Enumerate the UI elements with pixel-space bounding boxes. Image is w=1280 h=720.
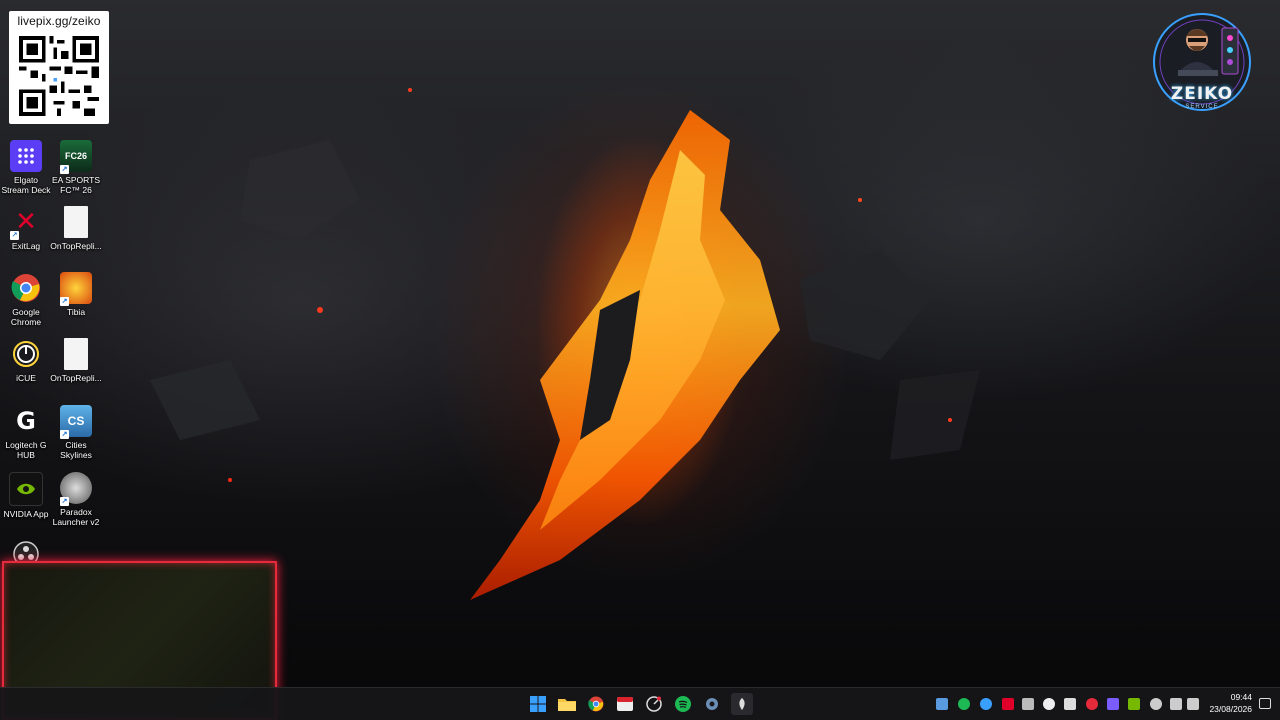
- shortcut-arrow-icon: ↗: [60, 165, 69, 174]
- desktop-icon-label: Google Chrome: [10, 307, 42, 327]
- brand-tagline: SERVICE: [1185, 104, 1219, 110]
- tray-shield-icon[interactable]: [1064, 698, 1076, 710]
- desktop-icon-label: Elgato Stream Deck: [1, 175, 51, 195]
- tray-steam-icon[interactable]: [936, 698, 948, 710]
- settings-icon[interactable]: [701, 693, 723, 715]
- steam-like-icon[interactable]: [731, 693, 753, 715]
- clock-time: 09:44: [1230, 692, 1252, 702]
- donation-qr-badge: livepix.gg/zeiko: [9, 11, 109, 124]
- desktop-icon-tibia[interactable]: ↗ Tibia: [50, 272, 102, 317]
- calendar-app-icon[interactable]: [614, 693, 636, 715]
- desktop-icon-label: NVIDIA App: [3, 509, 49, 519]
- tray-exitlag-icon[interactable]: [1002, 698, 1014, 710]
- cities-skylines-icon: CS ↗: [60, 405, 92, 439]
- chrome-icon[interactable]: [585, 693, 607, 715]
- elgato-stream-deck-icon: [10, 140, 42, 172]
- desktop-icon-label: Paradox Launcher v2: [52, 507, 100, 527]
- shortcut-arrow-icon: ↗: [60, 497, 69, 506]
- file-icon: [64, 338, 88, 370]
- nvidia-icon: [9, 472, 43, 506]
- desktop-icon-elgato-stream-deck[interactable]: Elgato Stream Deck: [0, 140, 52, 195]
- shortcut-arrow-icon: ↗: [10, 231, 19, 240]
- exitlag-icon: ✕ ↗: [10, 207, 37, 240]
- tray-spotify-icon[interactable]: [958, 698, 970, 710]
- desktop-icon-label: Logitech G HUB: [5, 440, 47, 460]
- taskbar: 09:44 23/08/2026: [0, 687, 1280, 720]
- tray-nvidia-icon[interactable]: [1128, 698, 1140, 710]
- icue-icon: [10, 338, 42, 370]
- tibia-icon: ↗: [60, 272, 92, 306]
- zeiko-service-logo: ZEIKO SERVICE: [1152, 10, 1252, 118]
- logitech-g-hub-icon: G: [16, 407, 36, 435]
- shortcut-arrow-icon: ↗: [60, 430, 69, 439]
- windows-start-icon[interactable]: [527, 693, 549, 715]
- volume-icon[interactable]: [1187, 698, 1199, 710]
- desktop-icon-label: Cities Skylines: [60, 440, 92, 460]
- desktop-icon-ontopreplica-2[interactable]: OnTopRepli...: [50, 338, 102, 383]
- system-clock[interactable]: 09:44 23/08/2026: [1209, 691, 1252, 715]
- desktop-icon-label: OnTopRepli...: [50, 373, 102, 383]
- tray-record-icon[interactable]: [1086, 698, 1098, 710]
- clock-date: 23/08/2026: [1209, 704, 1252, 714]
- tray-stream-deck-icon[interactable]: [1107, 698, 1119, 710]
- desktop-icon-icue[interactable]: iCUE: [0, 338, 52, 383]
- chrome-icon: [10, 272, 42, 304]
- file-icon: [64, 206, 88, 238]
- brand-name: ZEIKO: [1170, 84, 1234, 104]
- desktop-icon-exitlag[interactable]: ✕ ↗ ExitLag: [0, 206, 52, 251]
- qr-code-icon: [19, 36, 99, 116]
- spotify-icon[interactable]: [672, 693, 694, 715]
- desktop-icon-label: EA SPORTS FC™ 26: [51, 175, 101, 195]
- desktop-icon-paradox-launcher[interactable]: ↗ Paradox Launcher v2: [50, 472, 102, 527]
- ea-fc-26-icon: FC26 ↗: [60, 140, 92, 174]
- desktop-icon-label: Tibia: [66, 307, 86, 317]
- desktop-icon-google-chrome[interactable]: Google Chrome: [0, 272, 52, 327]
- paradox-launcher-icon: ↗: [60, 472, 92, 506]
- desktop-icon-label: OnTopRepli...: [50, 241, 102, 251]
- file-explorer-icon[interactable]: [556, 693, 578, 715]
- tray-icue-icon[interactable]: [1043, 698, 1055, 710]
- notification-bell-icon[interactable]: [1259, 698, 1271, 709]
- shortcut-arrow-icon: ↗: [60, 297, 69, 306]
- microphone-icon[interactable]: [1150, 698, 1162, 710]
- speedometer-icon[interactable]: [643, 693, 665, 715]
- desktop-icon-cities-skylines[interactable]: CS ↗ Cities Skylines: [50, 405, 102, 460]
- tray-app-icon[interactable]: [980, 698, 992, 710]
- tray-chevron-icon[interactable]: [1022, 698, 1034, 710]
- desktop-icon-label: iCUE: [16, 373, 36, 383]
- qr-url-text: livepix.gg/zeiko: [17, 14, 101, 28]
- desktop-icon-ea-sports-fc[interactable]: FC26 ↗ EA SPORTS FC™ 26: [50, 140, 102, 195]
- desktop-icon-label: ExitLag: [11, 241, 41, 251]
- network-icon[interactable]: [1170, 698, 1182, 710]
- desktop-icon-logitech-g-hub[interactable]: G Logitech G HUB: [0, 405, 52, 460]
- desktop-icon-ontopreplica-1[interactable]: OnTopRepli...: [50, 206, 102, 251]
- desktop-icon-nvidia-app[interactable]: NVIDIA App: [0, 472, 52, 519]
